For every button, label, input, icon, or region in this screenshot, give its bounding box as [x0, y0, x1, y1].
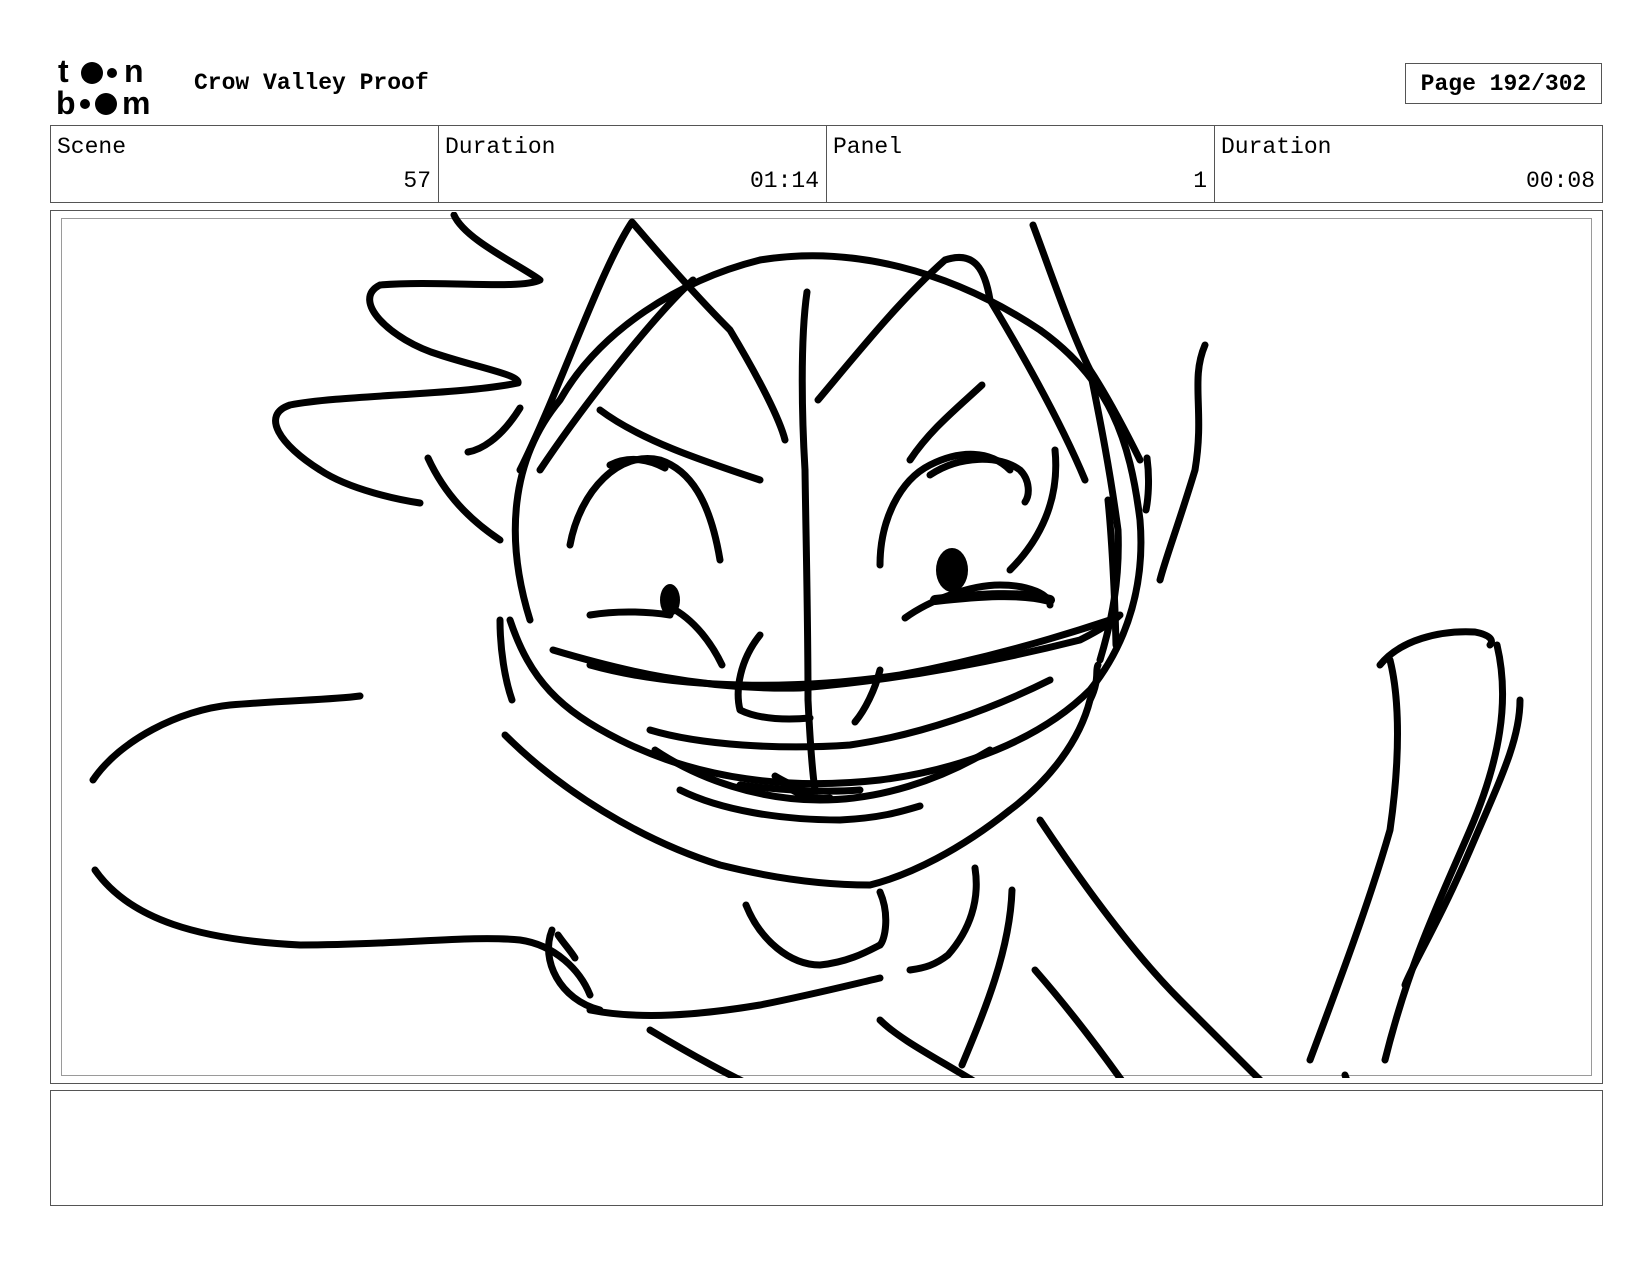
- notes-box: [50, 1090, 1603, 1206]
- storyboard-sketch: [89, 212, 1524, 1078]
